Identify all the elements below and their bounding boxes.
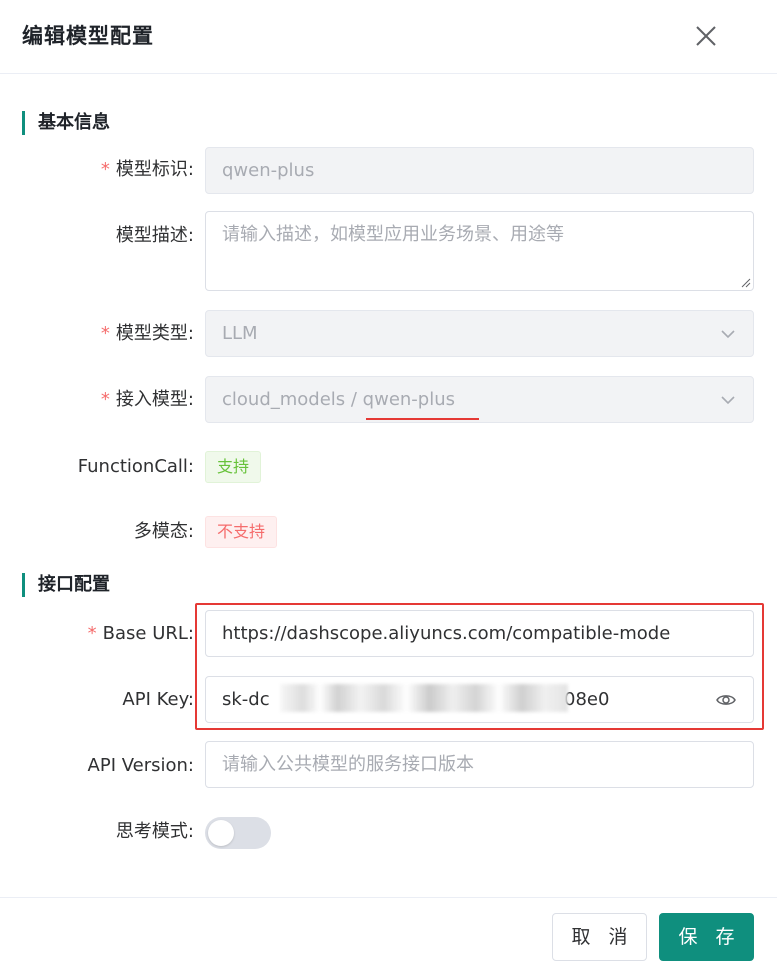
cancel-button[interactable]: 取 消 [552, 913, 647, 961]
resize-handle-icon[interactable] [739, 276, 751, 288]
base-url-label: * Base URL: [87, 623, 194, 644]
close-icon [696, 26, 716, 46]
model-id-input[interactable]: qwen-plus [205, 147, 754, 194]
model-type-select[interactable]: LLM [205, 310, 754, 357]
switch-knob [208, 820, 234, 846]
annotation-underline [366, 418, 479, 420]
multimodal-tag: 不支持 [205, 516, 278, 548]
api-key-label: API Key: [122, 689, 194, 710]
chevron-down-icon [721, 330, 735, 339]
function-call-tag: 支持 [205, 451, 262, 483]
description-textarea[interactable]: 请输入描述，如模型应用业务场景、用途等 [205, 211, 754, 291]
description-placeholder: 请输入描述，如模型应用业务场景、用途等 [222, 224, 564, 245]
access-model-select[interactable]: cloud_models / qwen-plus [205, 376, 754, 423]
multimodal-label: 多模态: [133, 521, 194, 542]
model-type-value: LLM [222, 323, 258, 344]
required-mark: * [87, 623, 97, 644]
model-id-label: * 模型标识: [100, 159, 194, 180]
api-version-label: API Version: [87, 755, 194, 776]
model-type-label: * 模型类型: [100, 323, 194, 344]
save-button[interactable]: 保 存 [659, 913, 754, 961]
close-button[interactable] [690, 20, 722, 52]
dialog-title: 编辑模型配置 [22, 24, 154, 48]
api-version-placeholder: 请输入公共模型的服务接口版本 [222, 754, 474, 775]
function-call-label: FunctionCall: [77, 456, 194, 477]
required-mark: * [100, 323, 110, 344]
required-mark: * [100, 159, 110, 180]
required-mark: * [100, 389, 110, 410]
section-title-api: 接口配置 [22, 573, 110, 597]
thinking-mode-switch[interactable] [205, 817, 271, 849]
dialog-header: 编辑模型配置 [0, 0, 777, 74]
description-label: 模型描述: [115, 225, 194, 246]
access-model-value: cloud_models / qwen-plus [222, 389, 456, 410]
access-model-label: * 接入模型: [100, 389, 194, 410]
section-title-basic: 基本信息 [22, 111, 110, 135]
api-version-input[interactable]: 请输入公共模型的服务接口版本 [205, 741, 754, 788]
annotation-highlight-box [195, 603, 764, 730]
thinking-mode-label: 思考模式: [115, 821, 194, 842]
chevron-down-icon [721, 396, 735, 405]
